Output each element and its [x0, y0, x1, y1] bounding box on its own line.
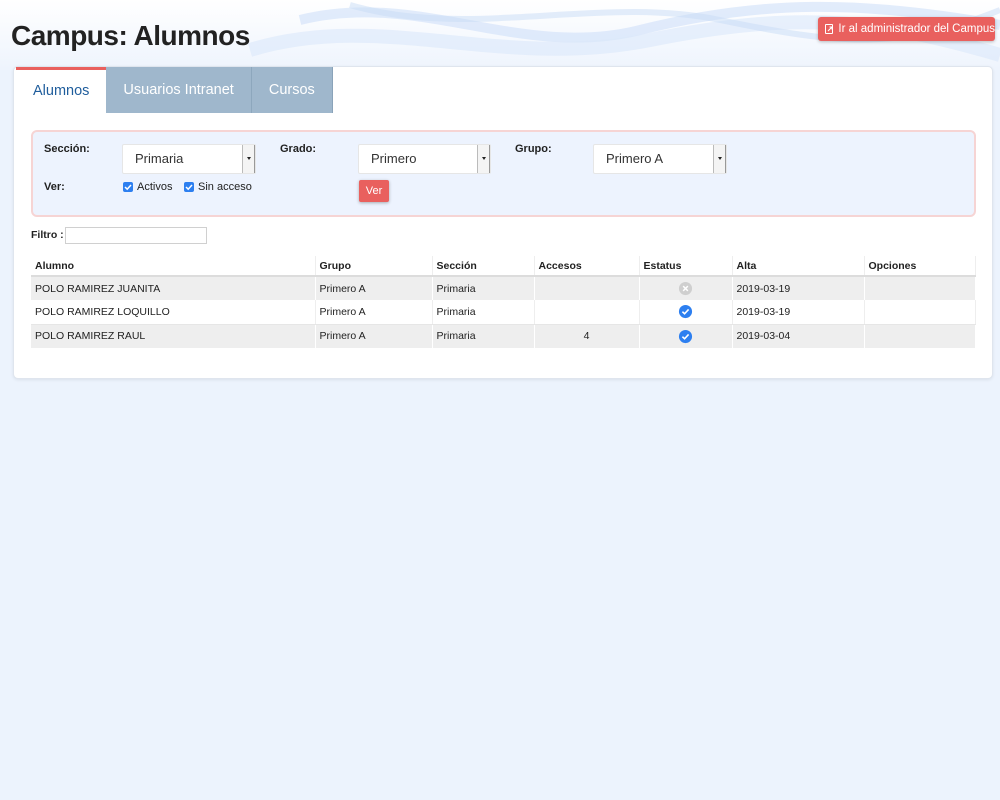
table-row[interactable]: POLO RAMIREZ RAUL Primero A Primaria 4 2…	[31, 324, 976, 348]
grupo-select-value: Primero A	[606, 151, 664, 166]
seccion-select[interactable]: Primaria	[122, 144, 256, 174]
column-header-estatus[interactable]: Estatus	[639, 256, 733, 277]
chevron-down-icon	[713, 145, 726, 173]
chevron-down-icon	[242, 145, 255, 173]
column-header-accesos[interactable]: Accesos	[534, 256, 640, 277]
cell-alumno: POLO RAMIREZ RAUL	[31, 324, 316, 348]
cell-accesos	[534, 300, 640, 325]
cell-estatus	[639, 276, 733, 300]
cell-opciones	[864, 300, 976, 325]
checkbox-checked-icon	[184, 182, 194, 192]
alumnos-table: Alumno Grupo Sección Accesos Estatus Alt…	[31, 256, 976, 348]
grupo-label: Grupo:	[515, 143, 552, 155]
cell-estatus	[639, 324, 733, 348]
table-row[interactable]: POLO RAMIREZ LOQUILLO Primero A Primaria…	[31, 300, 976, 325]
grado-select-value: Primero	[371, 151, 417, 166]
tab-usuarios-intranet[interactable]: Usuarios Intranet	[106, 67, 252, 113]
seccion-select-value: Primaria	[135, 151, 184, 166]
cell-accesos: 4	[534, 324, 640, 348]
chevron-down-icon	[477, 145, 490, 173]
filtro-label: Filtro :	[31, 229, 64, 241]
table-row[interactable]: POLO RAMIREZ JUANITA Primero A Primaria …	[31, 276, 976, 300]
column-header-alta[interactable]: Alta	[732, 256, 865, 277]
table-header-row: Alumno Grupo Sección Accesos Estatus Alt…	[31, 256, 976, 277]
grado-select[interactable]: Primero	[358, 144, 491, 174]
cell-accesos	[534, 276, 640, 300]
check-circle-icon	[678, 329, 693, 343]
sin-acceso-checkbox[interactable]: Sin acceso	[184, 181, 252, 193]
x-circle-icon	[678, 281, 693, 296]
check-circle-icon	[678, 305, 693, 319]
tab-cursos[interactable]: Cursos	[251, 67, 333, 113]
column-header-seccion[interactable]: Sección	[432, 256, 535, 277]
cell-grupo: Primero A	[315, 300, 433, 325]
filtro-input[interactable]	[65, 227, 207, 244]
admin-campus-label: Ir al administrador del Campus	[838, 23, 995, 35]
cell-grupo: Primero A	[315, 324, 433, 348]
column-header-alumno[interactable]: Alumno	[31, 256, 316, 277]
cell-alta: 2019-03-04	[732, 324, 865, 348]
admin-campus-button[interactable]: Ir al administrador del Campus	[818, 17, 995, 41]
column-header-opciones[interactable]: Opciones	[864, 256, 976, 277]
cell-seccion: Primaria	[432, 324, 535, 348]
activos-label: Activos	[137, 181, 173, 193]
tab-bar: Alumnos Usuarios Intranet Cursos	[16, 67, 333, 113]
seccion-label: Sección:	[44, 143, 90, 155]
cell-opciones	[864, 324, 976, 348]
page-title: Campus: Alumnos	[11, 20, 250, 51]
cell-estatus	[639, 300, 733, 325]
main-panel: Alumnos Usuarios Intranet Cursos Sección…	[13, 66, 993, 379]
sin-acceso-label: Sin acceso	[198, 181, 252, 193]
grupo-select[interactable]: Primero A	[593, 144, 727, 174]
cell-seccion: Primaria	[432, 276, 535, 300]
cell-alta: 2019-03-19	[732, 276, 865, 300]
ver-button[interactable]: Ver	[359, 180, 389, 202]
ver-label: Ver:	[44, 181, 65, 193]
checkbox-checked-icon	[123, 182, 133, 192]
cell-opciones	[864, 276, 976, 300]
external-link-icon	[825, 24, 834, 34]
column-header-grupo[interactable]: Grupo	[315, 256, 433, 277]
tab-alumnos[interactable]: Alumnos	[16, 67, 107, 113]
cell-grupo: Primero A	[315, 276, 433, 300]
filter-box: Sección: Primaria Grado: Primero Grupo: …	[31, 130, 976, 217]
cell-alumno: POLO RAMIREZ JUANITA	[31, 276, 316, 300]
cell-alta: 2019-03-19	[732, 300, 865, 325]
cell-alumno: POLO RAMIREZ LOQUILLO	[31, 300, 316, 325]
cell-seccion: Primaria	[432, 300, 535, 325]
activos-checkbox[interactable]: Activos	[123, 181, 172, 193]
grado-label: Grado:	[280, 143, 317, 155]
